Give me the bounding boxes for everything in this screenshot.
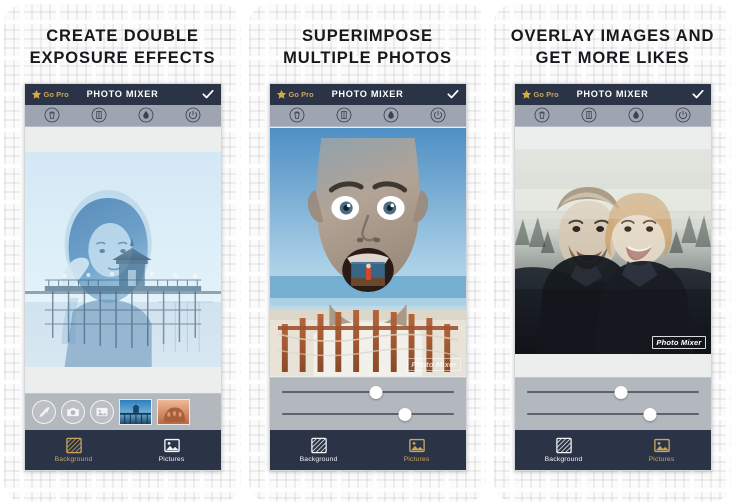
checkmark-icon[interactable] [446,87,460,101]
photo-canvas-3[interactable]: Photo Mixer [514,126,711,377]
slider-track [281,413,454,416]
phone-mockup-1: Go Pro PHOTO MIXER Background Pictures [23,82,222,471]
photo-double-exposure-portrait [24,152,221,368]
contrast-circle-icon[interactable] [91,107,107,123]
droplet-icon[interactable] [383,107,399,123]
photo-couple-overlay: Photo Mixer [514,149,711,355]
tool-row [269,104,466,127]
headline-1: CREATE DOUBLE EXPOSURE EFFECTS [4,26,241,70]
promo-card-2: SUPERIMPOSE MULTIPLE PHOTOS Go Pro PHOTO… [249,4,486,502]
bottom-tab-bar: Background Pictures [24,429,221,470]
slider-track [526,413,699,416]
watermark: Photo Mixer [407,357,461,371]
rotate-icon[interactable] [185,107,201,123]
photo-canvas-2[interactable]: Photo Mixer [269,126,466,377]
hatched-square-icon [310,437,327,454]
headline-line-1: SUPERIMPOSE [302,27,433,45]
phone-mockup-2: Go Pro PHOTO MIXER Photo Mixer Backgroun… [268,82,467,471]
rotate-icon[interactable] [675,107,691,123]
picker-controls [24,392,221,430]
headline-2: SUPERIMPOSE MULTIPLE PHOTOS [249,26,486,70]
tab-background[interactable]: Background [25,436,123,463]
photo-superimposed-face: Photo Mixer [269,127,466,376]
photo-icon [163,438,180,453]
go-pro-label: Go Pro [43,89,69,99]
slider-track [526,391,699,394]
slider-thumb[interactable] [398,407,412,421]
go-pro-label: Go Pro [533,89,559,99]
slider-thumb[interactable] [369,385,383,399]
star-icon [276,89,286,99]
slider-controls [269,376,466,430]
trash-icon[interactable] [44,107,60,123]
headline-line-2: GET MORE LIKES [535,48,690,67]
slider-thumb[interactable] [614,385,628,399]
photo-icon [653,438,670,453]
tab-pictures[interactable]: Pictures [613,436,711,463]
gallery-button[interactable] [89,399,114,424]
droplet-icon[interactable] [628,107,644,123]
camera-icon [66,407,79,416]
app-top-bar: Go Pro PHOTO MIXER [269,83,466,105]
opacity-slider[interactable] [281,385,454,399]
checkmark-icon[interactable] [201,87,215,101]
opacity-slider[interactable] [526,385,699,399]
bottom-tab-bar: Background Pictures [514,429,711,470]
slider-thumb[interactable] [643,407,657,421]
go-pro-button[interactable]: Go Pro [521,89,559,100]
contrast-circle-icon[interactable] [581,107,597,123]
go-pro-button[interactable]: Go Pro [276,89,314,100]
photo-icon [408,438,425,453]
go-pro-label: Go Pro [288,89,314,99]
tab-pictures[interactable]: Pictures [123,436,221,463]
watermark: Photo Mixer [652,336,706,350]
contrast-circle-icon[interactable] [336,107,352,123]
app-top-bar: Go Pro PHOTO MIXER [24,83,221,105]
tab-pictures-label: Pictures [158,456,185,464]
slider-controls [514,376,711,430]
phone-mockup-3: Go Pro PHOTO MIXER Photo Mixer Backgroun… [513,82,712,471]
tab-pictures[interactable]: Pictures [368,436,466,463]
screenshot-stage: CREATE DOUBLE EXPOSURE EFFECTS Go Pro PH… [0,0,735,504]
trash-icon[interactable] [289,107,305,123]
thumbnail-pier[interactable] [118,398,152,425]
tab-background-label: Background [299,456,338,464]
headline-line-2: EXPOSURE EFFECTS [29,48,216,67]
headline-line-2: MULTIPLE PHOTOS [283,48,452,67]
tool-row [514,104,711,127]
camera-button[interactable] [60,399,85,424]
app-top-bar: Go Pro PHOTO MIXER [514,83,711,105]
tool-row [24,104,221,127]
tab-pictures-label: Pictures [403,456,430,464]
slider-track [281,391,454,394]
headline-3: OVERLAY IMAGES AND GET MORE LIKES [494,26,731,70]
hatched-square-icon [555,437,572,454]
droplet-icon[interactable] [138,107,154,123]
bottom-tab-bar: Background Pictures [269,429,466,470]
photo-canvas-1[interactable] [24,126,221,393]
tab-background[interactable]: Background [270,436,368,463]
checkmark-icon[interactable] [691,87,705,101]
tab-background-label: Background [54,456,93,464]
go-pro-button[interactable]: Go Pro [31,89,69,100]
star-icon [521,89,531,99]
trash-icon[interactable] [534,107,550,123]
eyedropper-button[interactable] [31,399,56,424]
promo-card-3: OVERLAY IMAGES AND GET MORE LIKES Go Pro… [494,4,731,502]
headline-line-1: CREATE DOUBLE [46,27,199,45]
tab-background-label: Background [544,456,583,464]
hatched-square-icon [65,437,82,454]
tab-background[interactable]: Background [515,436,613,463]
thumbnail-colosseum[interactable] [156,398,190,425]
promo-card-1: CREATE DOUBLE EXPOSURE EFFECTS Go Pro PH… [4,4,241,502]
tab-pictures-label: Pictures [648,456,675,464]
image-icon [95,407,108,416]
star-icon [31,89,41,99]
blend-slider[interactable] [281,407,454,421]
blend-slider[interactable] [526,407,699,421]
eyedropper-icon [38,406,49,417]
rotate-icon[interactable] [430,107,446,123]
headline-line-1: OVERLAY IMAGES AND [510,27,715,45]
